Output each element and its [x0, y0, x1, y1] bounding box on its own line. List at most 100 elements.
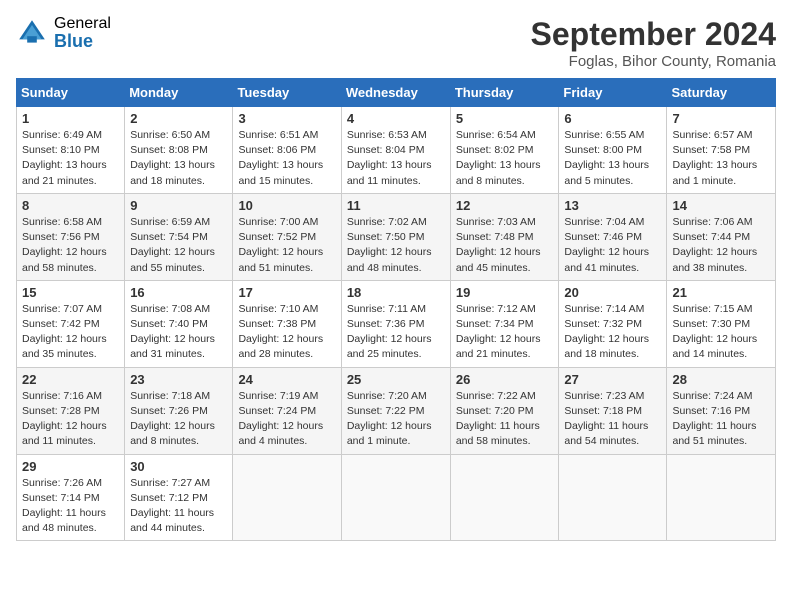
calendar-header: SundayMondayTuesdayWednesdayThursdayFrid…	[17, 79, 776, 107]
day-number: 28	[672, 372, 770, 387]
calendar-cell	[233, 454, 341, 541]
calendar-cell: 13 Sunrise: 7:04 AM Sunset: 7:46 PM Dayli…	[559, 193, 667, 280]
day-detail: Sunrise: 7:23 AM Sunset: 7:18 PM Dayligh…	[564, 389, 661, 450]
header-row: SundayMondayTuesdayWednesdayThursdayFrid…	[17, 79, 776, 107]
day-detail: Sunrise: 7:27 AM Sunset: 7:12 PM Dayligh…	[130, 476, 227, 537]
logo-blue: Blue	[54, 32, 111, 50]
day-number: 30	[130, 459, 227, 474]
calendar-cell: 10 Sunrise: 7:00 AM Sunset: 7:52 PM Dayli…	[233, 193, 341, 280]
day-detail: Sunrise: 7:06 AM Sunset: 7:44 PM Dayligh…	[672, 215, 770, 276]
day-number: 15	[22, 285, 119, 300]
location: Foglas, Bihor County, Romania	[531, 53, 776, 70]
calendar-cell: 7 Sunrise: 6:57 AM Sunset: 7:58 PM Daylig…	[667, 107, 776, 194]
calendar-cell: 9 Sunrise: 6:59 AM Sunset: 7:54 PM Daylig…	[125, 193, 233, 280]
column-header-wednesday: Wednesday	[341, 79, 450, 107]
title-section: September 2024 Foglas, Bihor County, Rom…	[531, 16, 776, 70]
calendar-cell: 16 Sunrise: 7:08 AM Sunset: 7:40 PM Dayli…	[125, 280, 233, 367]
calendar-cell: 21 Sunrise: 7:15 AM Sunset: 7:30 PM Dayli…	[667, 280, 776, 367]
day-number: 27	[564, 372, 661, 387]
calendar-cell	[341, 454, 450, 541]
column-header-tuesday: Tuesday	[233, 79, 341, 107]
calendar-cell: 3 Sunrise: 6:51 AM Sunset: 8:06 PM Daylig…	[233, 107, 341, 194]
day-number: 17	[238, 285, 335, 300]
day-number: 21	[672, 285, 770, 300]
calendar-cell: 18Sunrise: 7:11 AM Sunset: 7:36 PM Dayli…	[341, 280, 450, 367]
logo-icon	[16, 17, 48, 49]
day-detail: Sunrise: 7:10 AM Sunset: 7:38 PM Dayligh…	[238, 302, 335, 363]
day-number: 7	[672, 111, 770, 126]
day-number: 4	[347, 111, 445, 126]
calendar-cell: 2Sunrise: 6:50 AM Sunset: 8:08 PM Daylig…	[125, 107, 233, 194]
day-number: 24	[238, 372, 335, 387]
day-detail: Sunrise: 7:16 AM Sunset: 7:28 PM Dayligh…	[22, 389, 119, 450]
day-detail: Sunrise: 6:53 AM Sunset: 8:04 PM Dayligh…	[347, 128, 445, 189]
calendar-week-5: 29Sunrise: 7:26 AM Sunset: 7:14 PM Dayli…	[17, 454, 776, 541]
calendar-cell: 28 Sunrise: 7:24 AM Sunset: 7:16 PM Dayli…	[667, 367, 776, 454]
day-detail: Sunrise: 6:54 AM Sunset: 8:02 PM Dayligh…	[456, 128, 554, 189]
day-detail: Sunrise: 7:18 AM Sunset: 7:26 PM Dayligh…	[130, 389, 227, 450]
day-number: 14	[672, 198, 770, 213]
calendar-cell: 1Sunrise: 6:49 AM Sunset: 8:10 PM Daylig…	[17, 107, 125, 194]
day-number: 16	[130, 285, 227, 300]
calendar-cell: 6 Sunrise: 6:55 AM Sunset: 8:00 PM Daylig…	[559, 107, 667, 194]
day-number: 3	[238, 111, 335, 126]
day-number: 2	[130, 111, 227, 126]
calendar-cell: 25Sunrise: 7:20 AM Sunset: 7:22 PM Dayli…	[341, 367, 450, 454]
day-detail: Sunrise: 6:57 AM Sunset: 7:58 PM Dayligh…	[672, 128, 770, 189]
calendar-cell: 23 Sunrise: 7:18 AM Sunset: 7:26 PM Dayli…	[125, 367, 233, 454]
day-detail: Sunrise: 6:58 AM Sunset: 7:56 PM Dayligh…	[22, 215, 119, 276]
page-header: General Blue September 2024 Foglas, Biho…	[16, 16, 776, 70]
day-detail: Sunrise: 7:08 AM Sunset: 7:40 PM Dayligh…	[130, 302, 227, 363]
calendar-table: SundayMondayTuesdayWednesdayThursdayFrid…	[16, 78, 776, 541]
column-header-sunday: Sunday	[17, 79, 125, 107]
day-number: 12	[456, 198, 554, 213]
column-header-friday: Friday	[559, 79, 667, 107]
day-detail: Sunrise: 7:24 AM Sunset: 7:16 PM Dayligh…	[672, 389, 770, 450]
month-title: September 2024	[531, 16, 776, 53]
calendar-cell: 24Sunrise: 7:19 AM Sunset: 7:24 PM Dayli…	[233, 367, 341, 454]
day-number: 26	[456, 372, 554, 387]
day-detail: Sunrise: 7:04 AM Sunset: 7:46 PM Dayligh…	[564, 215, 661, 276]
calendar-cell: 20Sunrise: 7:14 AM Sunset: 7:32 PM Dayli…	[559, 280, 667, 367]
day-detail: Sunrise: 7:12 AM Sunset: 7:34 PM Dayligh…	[456, 302, 554, 363]
day-detail: Sunrise: 6:55 AM Sunset: 8:00 PM Dayligh…	[564, 128, 661, 189]
day-detail: Sunrise: 7:00 AM Sunset: 7:52 PM Dayligh…	[238, 215, 335, 276]
calendar-week-4: 22Sunrise: 7:16 AM Sunset: 7:28 PM Dayli…	[17, 367, 776, 454]
day-number: 19	[456, 285, 554, 300]
day-detail: Sunrise: 7:07 AM Sunset: 7:42 PM Dayligh…	[22, 302, 119, 363]
calendar-cell: 27 Sunrise: 7:23 AM Sunset: 7:18 PM Dayli…	[559, 367, 667, 454]
day-number: 6	[564, 111, 661, 126]
day-detail: Sunrise: 7:14 AM Sunset: 7:32 PM Dayligh…	[564, 302, 661, 363]
day-detail: Sunrise: 7:15 AM Sunset: 7:30 PM Dayligh…	[672, 302, 770, 363]
day-number: 13	[564, 198, 661, 213]
calendar-cell: 4 Sunrise: 6:53 AM Sunset: 8:04 PM Daylig…	[341, 107, 450, 194]
day-number: 1	[22, 111, 119, 126]
calendar-week-2: 8 Sunrise: 6:58 AM Sunset: 7:56 PM Daylig…	[17, 193, 776, 280]
calendar-cell	[450, 454, 559, 541]
day-detail: Sunrise: 7:11 AM Sunset: 7:36 PM Dayligh…	[347, 302, 445, 363]
day-number: 23	[130, 372, 227, 387]
calendar-cell: 30 Sunrise: 7:27 AM Sunset: 7:12 PM Dayli…	[125, 454, 233, 541]
day-number: 11	[347, 198, 445, 213]
calendar-cell	[667, 454, 776, 541]
calendar-week-1: 1Sunrise: 6:49 AM Sunset: 8:10 PM Daylig…	[17, 107, 776, 194]
calendar-cell: 17 Sunrise: 7:10 AM Sunset: 7:38 PM Dayli…	[233, 280, 341, 367]
day-detail: Sunrise: 6:59 AM Sunset: 7:54 PM Dayligh…	[130, 215, 227, 276]
day-detail: Sunrise: 7:22 AM Sunset: 7:20 PM Dayligh…	[456, 389, 554, 450]
logo-general: General	[54, 16, 111, 32]
day-detail: Sunrise: 6:51 AM Sunset: 8:06 PM Dayligh…	[238, 128, 335, 189]
logo-text: General Blue	[54, 16, 111, 50]
calendar-cell: 14 Sunrise: 7:06 AM Sunset: 7:44 PM Dayli…	[667, 193, 776, 280]
calendar-cell: 11Sunrise: 7:02 AM Sunset: 7:50 PM Dayli…	[341, 193, 450, 280]
calendar-body: 1Sunrise: 6:49 AM Sunset: 8:10 PM Daylig…	[17, 107, 776, 541]
day-number: 10	[238, 198, 335, 213]
calendar-cell: 15 Sunrise: 7:07 AM Sunset: 7:42 PM Dayli…	[17, 280, 125, 367]
day-number: 9	[130, 198, 227, 213]
calendar-cell: 12Sunrise: 7:03 AM Sunset: 7:48 PM Dayli…	[450, 193, 559, 280]
day-detail: Sunrise: 7:20 AM Sunset: 7:22 PM Dayligh…	[347, 389, 445, 450]
column-header-thursday: Thursday	[450, 79, 559, 107]
calendar-cell	[559, 454, 667, 541]
day-number: 8	[22, 198, 119, 213]
calendar-cell: 22Sunrise: 7:16 AM Sunset: 7:28 PM Dayli…	[17, 367, 125, 454]
column-header-saturday: Saturday	[667, 79, 776, 107]
